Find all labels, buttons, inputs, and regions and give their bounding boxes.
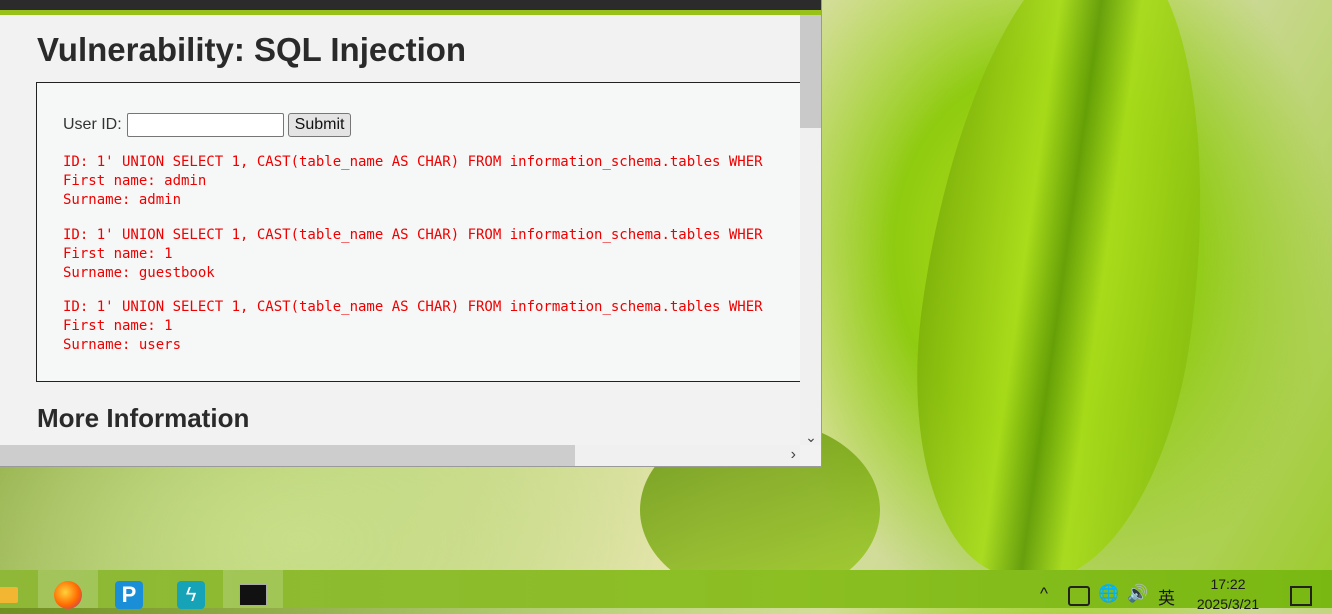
taskbar: P ϟ ^ 🌐 🔊 英 17:22 2025/3/21 xyxy=(0,570,1332,612)
submit-button[interactable]: Submit xyxy=(287,113,352,137)
network-globe-icon[interactable]: 🌐 xyxy=(1098,584,1119,604)
tray-app-icon[interactable] xyxy=(1068,586,1090,606)
firefox-icon xyxy=(54,581,82,609)
user-id-input[interactable] xyxy=(126,113,284,137)
result-block: ID: 1' UNION SELECT 1, CAST(table_name A… xyxy=(63,226,763,283)
taskbar-bolt-app[interactable]: ϟ xyxy=(161,570,221,609)
ime-indicator[interactable]: 英 xyxy=(1158,584,1175,609)
result-first-name: First name: 1 xyxy=(63,246,173,262)
page-content: Vulnerability: SQL Injection User ID: Su… xyxy=(0,15,800,445)
clock[interactable]: 17:22 2025/3/21 xyxy=(1188,574,1268,614)
user-id-label: User ID: xyxy=(63,116,122,133)
horizontal-scroll-thumb[interactable] xyxy=(0,445,575,466)
result-first-name: First name: admin xyxy=(63,173,207,189)
result-block: ID: 1' UNION SELECT 1, CAST(table_name A… xyxy=(63,153,763,210)
vertical-scroll-thumb[interactable] xyxy=(800,15,821,128)
file-explorer-icon xyxy=(0,587,18,603)
vertical-scrollbar[interactable]: ⌄ xyxy=(800,15,821,445)
taskbar-terminal[interactable] xyxy=(223,570,283,608)
volume-icon[interactable]: 🔊 xyxy=(1127,584,1148,604)
scroll-down-icon[interactable]: ⌄ xyxy=(804,429,818,445)
taskbar-p-app[interactable]: P xyxy=(99,570,159,609)
result-id-line: ID: 1' UNION SELECT 1, CAST(table_name A… xyxy=(63,299,763,315)
p-app-icon: P xyxy=(115,581,143,609)
horizontal-scrollbar[interactable]: › xyxy=(0,445,800,466)
bolt-app-icon: ϟ xyxy=(177,581,205,609)
terminal-icon xyxy=(239,584,267,606)
result-block: ID: 1' UNION SELECT 1, CAST(table_name A… xyxy=(63,298,763,355)
result-surname: Surname: users xyxy=(63,337,182,353)
result-id-line: ID: 1' UNION SELECT 1, CAST(table_name A… xyxy=(63,154,763,170)
taskbar-file-explorer[interactable] xyxy=(0,570,38,608)
result-surname: Surname: admin xyxy=(63,192,182,208)
clock-date: 2025/3/21 xyxy=(1196,596,1260,612)
vulnerable-code-area: User ID: Submit ID: 1' UNION SELECT 1, C… xyxy=(36,82,800,382)
scroll-right-icon[interactable]: › xyxy=(791,446,796,464)
result-first-name: First name: 1 xyxy=(63,318,173,334)
wallpaper-leaf xyxy=(886,0,1244,596)
user-id-form: User ID: Submit xyxy=(63,113,352,137)
clock-time: 17:22 xyxy=(1210,576,1246,592)
result-id-line: ID: 1' UNION SELECT 1, CAST(table_name A… xyxy=(63,227,763,243)
more-information-heading: More Information xyxy=(37,403,250,433)
notification-center-icon[interactable] xyxy=(1290,586,1312,606)
browser-window: Vulnerability: SQL Injection User ID: Su… xyxy=(0,0,822,467)
result-surname: Surname: guestbook xyxy=(63,265,215,281)
tray-chevron-icon[interactable]: ^ xyxy=(1040,584,1048,604)
taskbar-firefox[interactable] xyxy=(38,570,98,609)
page-title: Vulnerability: SQL Injection xyxy=(37,31,467,68)
window-topbar xyxy=(0,0,821,10)
